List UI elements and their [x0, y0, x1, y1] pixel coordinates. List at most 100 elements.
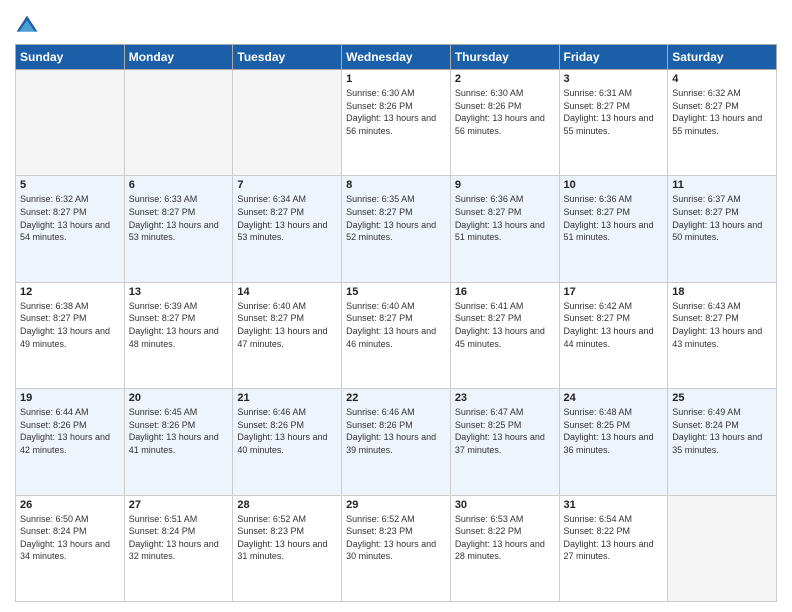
day-number: 9 — [455, 179, 555, 191]
day-number: 25 — [672, 392, 772, 404]
calendar-week-row: 5 Sunrise: 6:32 AM Sunset: 8:27 PM Daylig… — [16, 176, 777, 282]
day-detail: Sunrise: 6:45 AM Sunset: 8:26 PM Dayligh… — [129, 406, 229, 456]
day-number: 27 — [129, 499, 229, 511]
day-number: 26 — [20, 499, 120, 511]
calendar-cell: 7 Sunrise: 6:34 AM Sunset: 8:27 PM Daylig… — [233, 176, 342, 282]
day-number: 14 — [237, 286, 337, 298]
day-header-saturday: Saturday — [668, 45, 777, 70]
calendar-cell: 17 Sunrise: 6:42 AM Sunset: 8:27 PM Dayli… — [559, 282, 668, 388]
day-number: 7 — [237, 179, 337, 191]
day-detail: Sunrise: 6:50 AM Sunset: 8:24 PM Dayligh… — [20, 513, 120, 563]
day-detail: Sunrise: 6:46 AM Sunset: 8:26 PM Dayligh… — [237, 406, 337, 456]
calendar-cell: 1 Sunrise: 6:30 AM Sunset: 8:26 PM Daylig… — [342, 70, 451, 176]
day-detail: Sunrise: 6:47 AM Sunset: 8:25 PM Dayligh… — [455, 406, 555, 456]
day-detail: Sunrise: 6:44 AM Sunset: 8:26 PM Dayligh… — [20, 406, 120, 456]
calendar-cell: 4 Sunrise: 6:32 AM Sunset: 8:27 PM Daylig… — [668, 70, 777, 176]
calendar-cell: 10Sunrise: 6:36 AM Sunset: 8:27 PM Dayli… — [559, 176, 668, 282]
day-number: 28 — [237, 499, 337, 511]
header — [15, 10, 777, 38]
calendar-cell: 19 Sunrise: 6:44 AM Sunset: 8:26 PM Dayli… — [16, 389, 125, 495]
day-number: 23 — [455, 392, 555, 404]
day-detail: Sunrise: 6:32 AM Sunset: 8:27 PM Dayligh… — [672, 87, 772, 137]
calendar-week-row: 1 Sunrise: 6:30 AM Sunset: 8:26 PM Daylig… — [16, 70, 777, 176]
day-header-tuesday: Tuesday — [233, 45, 342, 70]
calendar-cell: 27 Sunrise: 6:51 AM Sunset: 8:24 PM Dayli… — [124, 495, 233, 601]
day-header-monday: Monday — [124, 45, 233, 70]
day-number: 24 — [564, 392, 664, 404]
day-header-friday: Friday — [559, 45, 668, 70]
calendar-week-row: 26 Sunrise: 6:50 AM Sunset: 8:24 PM Dayli… — [16, 495, 777, 601]
calendar-cell: 13 Sunrise: 6:39 AM Sunset: 8:27 PM Dayli… — [124, 282, 233, 388]
day-number: 29 — [346, 499, 446, 511]
calendar-cell: 21 Sunrise: 6:46 AM Sunset: 8:26 PM Dayli… — [233, 389, 342, 495]
day-detail: Sunrise: 6:38 AM Sunset: 8:27 PM Dayligh… — [20, 300, 120, 350]
day-number: 31 — [564, 499, 664, 511]
day-detail: Sunrise: 6:30 AM Sunset: 8:26 PM Dayligh… — [455, 87, 555, 137]
calendar-header-row: SundayMondayTuesdayWednesdayThursdayFrid… — [16, 45, 777, 70]
calendar-cell: 22 Sunrise: 6:46 AM Sunset: 8:26 PM Dayli… — [342, 389, 451, 495]
day-detail: Sunrise: 6:49 AM Sunset: 8:24 PM Dayligh… — [672, 406, 772, 456]
calendar-cell: 24Sunrise: 6:48 AM Sunset: 8:25 PM Dayli… — [559, 389, 668, 495]
day-number: 21 — [237, 392, 337, 404]
day-detail: Sunrise: 6:40 AM Sunset: 8:27 PM Dayligh… — [237, 300, 337, 350]
day-number: 13 — [129, 286, 229, 298]
logo-icon — [15, 14, 39, 38]
day-detail: Sunrise: 6:31 AM Sunset: 8:27 PM Dayligh… — [564, 87, 664, 137]
calendar-cell: 12Sunrise: 6:38 AM Sunset: 8:27 PM Dayli… — [16, 282, 125, 388]
calendar-cell: 16 Sunrise: 6:41 AM Sunset: 8:27 PM Dayli… — [450, 282, 559, 388]
day-detail: Sunrise: 6:52 AM Sunset: 8:23 PM Dayligh… — [346, 513, 446, 563]
calendar-cell: 2 Sunrise: 6:30 AM Sunset: 8:26 PM Daylig… — [450, 70, 559, 176]
day-detail: Sunrise: 6:37 AM Sunset: 8:27 PM Dayligh… — [672, 193, 772, 243]
calendar-cell: 18Sunrise: 6:43 AM Sunset: 8:27 PM Dayli… — [668, 282, 777, 388]
day-number: 11 — [672, 179, 772, 191]
calendar-cell: 5 Sunrise: 6:32 AM Sunset: 8:27 PM Daylig… — [16, 176, 125, 282]
page: SundayMondayTuesdayWednesdayThursdayFrid… — [0, 0, 792, 612]
day-number: 1 — [346, 73, 446, 85]
logo — [15, 14, 41, 38]
day-detail: Sunrise: 6:46 AM Sunset: 8:26 PM Dayligh… — [346, 406, 446, 456]
calendar-cell — [668, 495, 777, 601]
calendar-cell: 14 Sunrise: 6:40 AM Sunset: 8:27 PM Dayli… — [233, 282, 342, 388]
day-number: 5 — [20, 179, 120, 191]
calendar-cell: 20Sunrise: 6:45 AM Sunset: 8:26 PM Dayli… — [124, 389, 233, 495]
day-detail: Sunrise: 6:35 AM Sunset: 8:27 PM Dayligh… — [346, 193, 446, 243]
calendar-week-row: 12Sunrise: 6:38 AM Sunset: 8:27 PM Dayli… — [16, 282, 777, 388]
day-number: 2 — [455, 73, 555, 85]
day-detail: Sunrise: 6:42 AM Sunset: 8:27 PM Dayligh… — [564, 300, 664, 350]
day-detail: Sunrise: 6:53 AM Sunset: 8:22 PM Dayligh… — [455, 513, 555, 563]
calendar-cell — [233, 70, 342, 176]
day-header-wednesday: Wednesday — [342, 45, 451, 70]
day-number: 22 — [346, 392, 446, 404]
day-detail: Sunrise: 6:33 AM Sunset: 8:27 PM Dayligh… — [129, 193, 229, 243]
day-detail: Sunrise: 6:39 AM Sunset: 8:27 PM Dayligh… — [129, 300, 229, 350]
day-detail: Sunrise: 6:36 AM Sunset: 8:27 PM Dayligh… — [455, 193, 555, 243]
day-number: 30 — [455, 499, 555, 511]
day-number: 3 — [564, 73, 664, 85]
day-number: 15 — [346, 286, 446, 298]
day-number: 17 — [564, 286, 664, 298]
calendar-cell: 3 Sunrise: 6:31 AM Sunset: 8:27 PM Daylig… — [559, 70, 668, 176]
day-header-sunday: Sunday — [16, 45, 125, 70]
calendar-cell: 11 Sunrise: 6:37 AM Sunset: 8:27 PM Dayli… — [668, 176, 777, 282]
day-detail: Sunrise: 6:36 AM Sunset: 8:27 PM Dayligh… — [564, 193, 664, 243]
day-number: 8 — [346, 179, 446, 191]
calendar-cell: 6Sunrise: 6:33 AM Sunset: 8:27 PM Daylig… — [124, 176, 233, 282]
calendar-cell: 9 Sunrise: 6:36 AM Sunset: 8:27 PM Daylig… — [450, 176, 559, 282]
day-detail: Sunrise: 6:34 AM Sunset: 8:27 PM Dayligh… — [237, 193, 337, 243]
day-detail: Sunrise: 6:30 AM Sunset: 8:26 PM Dayligh… — [346, 87, 446, 137]
calendar-cell: 29 Sunrise: 6:52 AM Sunset: 8:23 PM Dayli… — [342, 495, 451, 601]
calendar-cell: 15Sunrise: 6:40 AM Sunset: 8:27 PM Dayli… — [342, 282, 451, 388]
calendar-cell: 26 Sunrise: 6:50 AM Sunset: 8:24 PM Dayli… — [16, 495, 125, 601]
calendar-cell: 30 Sunrise: 6:53 AM Sunset: 8:22 PM Dayli… — [450, 495, 559, 601]
day-detail: Sunrise: 6:41 AM Sunset: 8:27 PM Dayligh… — [455, 300, 555, 350]
day-detail: Sunrise: 6:32 AM Sunset: 8:27 PM Dayligh… — [20, 193, 120, 243]
calendar-cell — [16, 70, 125, 176]
calendar-cell: 8 Sunrise: 6:35 AM Sunset: 8:27 PM Daylig… — [342, 176, 451, 282]
day-number: 4 — [672, 73, 772, 85]
day-detail: Sunrise: 6:51 AM Sunset: 8:24 PM Dayligh… — [129, 513, 229, 563]
calendar-cell: 31 Sunrise: 6:54 AM Sunset: 8:22 PM Dayli… — [559, 495, 668, 601]
day-number: 18 — [672, 286, 772, 298]
day-number: 16 — [455, 286, 555, 298]
day-detail: Sunrise: 6:54 AM Sunset: 8:22 PM Dayligh… — [564, 513, 664, 563]
day-number: 19 — [20, 392, 120, 404]
